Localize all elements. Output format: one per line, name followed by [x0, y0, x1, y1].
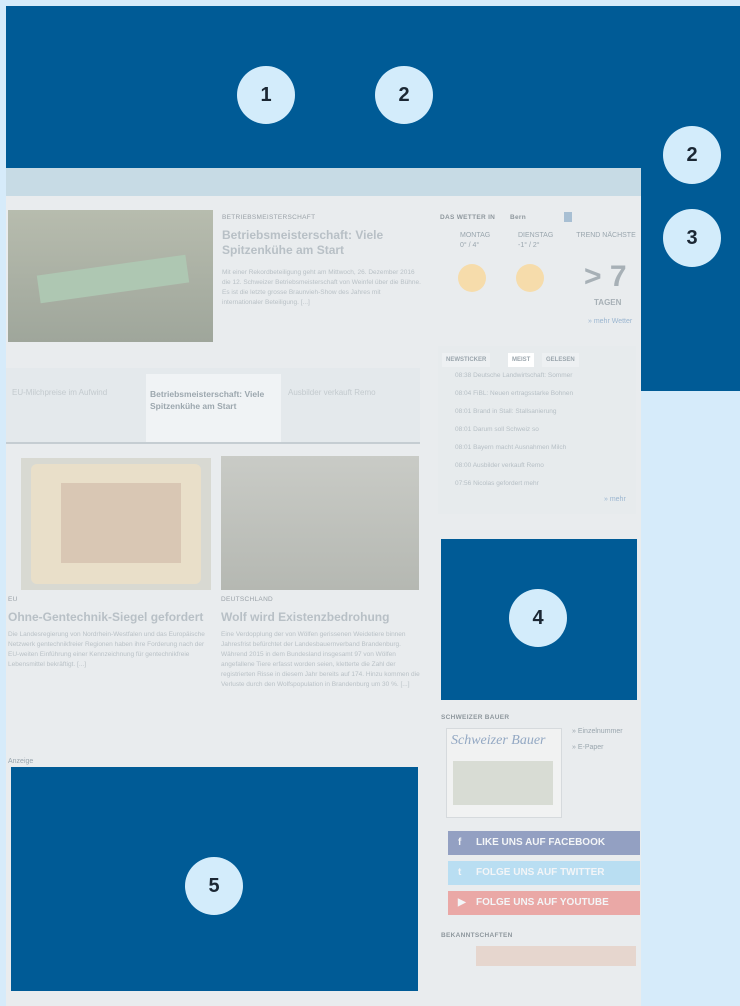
nav-bar	[6, 168, 641, 196]
magazine-logo: Schweizer Bauer	[451, 733, 546, 748]
twitter-icon: t	[458, 867, 462, 878]
main-article-image[interactable]	[8, 210, 213, 342]
marker-badge: 2	[375, 66, 433, 124]
weather-day-2-temps: -1° / 2°	[518, 242, 540, 249]
card-right-kicker: DEUTSCHLAND	[221, 596, 274, 603]
twitter-label: FOLGE UNS AUF TWITTER	[476, 867, 605, 878]
ticker-item[interactable]: 08:01 Brand in Stall: Stallsanierung	[455, 408, 635, 415]
tab-gelesen[interactable]: GELESEN	[542, 353, 579, 367]
sun-icon	[458, 264, 486, 292]
card-left-body: Die Landesregierung von Nordrhein-Westfa…	[8, 631, 205, 668]
sun-cloud-icon	[516, 264, 544, 292]
magazine-header: SCHWEIZER BAUER	[441, 714, 510, 721]
youtube-label: FOLGE UNS AUF YOUTUBE	[476, 897, 609, 908]
twitter-button[interactable]: t FOLGE UNS AUF TWITTER	[448, 861, 640, 885]
overlay-region-header	[6, 6, 641, 168]
tab-meist[interactable]: MEIST	[508, 353, 535, 367]
more-weather-link[interactable]: » mehr Wetter	[588, 318, 632, 325]
ticker-item[interactable]: 07:56 Nicolas gefordert mehr	[455, 480, 635, 487]
overlay-region-right	[641, 6, 740, 391]
marker-badge: 5	[185, 857, 243, 915]
slider-item-active[interactable]: Betriebsmeisterschaft: Viele Spitzenkühe…	[146, 374, 281, 442]
weather-location[interactable]: Bern	[510, 214, 526, 221]
card-right-body: Eine Verdopplung der von Wölfen gerissen…	[221, 631, 420, 688]
weather-day-1: MONTAG	[460, 232, 491, 239]
magazine-link-epaper[interactable]: » E-Paper	[572, 744, 604, 751]
ticker-item[interactable]: 08:38 Deutsche Landwirtschaft: Sommer	[455, 372, 635, 379]
location-select-icon[interactable]	[564, 212, 572, 222]
ticker-item[interactable]: 08:01 Darum soll Schweiz so	[455, 426, 635, 433]
card-right-image[interactable]	[221, 456, 419, 590]
marker-badge: 3	[663, 209, 721, 267]
card-right-title[interactable]: Wolf wird Existenzbedrohung	[221, 610, 421, 625]
bekanntschaften-header: BEKANNTSCHAFTEN	[441, 932, 513, 939]
marker-badge: 4	[509, 589, 567, 647]
youtube-icon: ▶	[458, 897, 466, 908]
ticker-item[interactable]: 08:01 Bayern macht Ausnahmen Milch	[455, 444, 635, 451]
slider-item-2: Betriebsmeisterschaft: Viele Spitzenkühe…	[150, 389, 265, 411]
tab-newsticker[interactable]: NEWSTICKER	[442, 353, 491, 367]
facebook-icon: f	[458, 837, 462, 848]
main-article-kicker: BETRIEBSMEISTERSCHAFT	[222, 214, 316, 221]
bekanntschaften-banner[interactable]	[476, 946, 636, 966]
weather-outlook-unit: TAGEN	[594, 298, 622, 307]
weather-day-1-temps: 0° / 4°	[460, 242, 480, 249]
ticker-item[interactable]: 08:00 Ausbilder verkauft Remo	[455, 462, 635, 469]
youtube-button[interactable]: ▶ FOLGE UNS AUF YOUTUBE	[448, 891, 640, 915]
card-left-image[interactable]	[21, 458, 211, 590]
ticker-more-link[interactable]: » mehr	[604, 496, 626, 503]
facebook-button[interactable]: f LIKE UNS AUF FACEBOOK	[448, 831, 640, 855]
weather-day-2: DIENSTAG	[518, 232, 554, 239]
facebook-label: LIKE UNS AUF FACEBOOK	[476, 837, 606, 848]
magazine-link-einzelnummer[interactable]: » Einzelnummer	[572, 728, 623, 735]
main-article-title[interactable]: Betriebsmeisterschaft: Viele Spitzenkühe…	[222, 228, 422, 258]
slider-item-1[interactable]: EU-Milchpreise im Aufwind	[12, 388, 132, 398]
article-slider: EU-Milchpreise im Aufwind Betriebsmeiste…	[6, 368, 420, 444]
weather-widget: DAS WETTER IN Bern MONTAG 0° / 4° DIENST…	[438, 210, 636, 328]
marker-badge: 2	[663, 126, 721, 184]
ads-label: Anzeige	[8, 758, 34, 765]
slider-item-3[interactable]: Ausbilder verkauft Remo	[288, 388, 413, 398]
ticker-item[interactable]: 08:04 FiBL: Neuen ertragsstarke Bohnen	[455, 390, 635, 397]
card-left-title[interactable]: Ohne-Gentechnik-Siegel gefordert	[8, 610, 218, 625]
weather-header: DAS WETTER IN	[440, 214, 496, 221]
main-article-body: Mit einer Rekordbeteiligung geht am Mitt…	[222, 269, 421, 306]
weather-outlook-value: > 7	[584, 260, 627, 293]
card-left-kicker: EU	[8, 596, 18, 603]
marker-badge: 1	[237, 66, 295, 124]
weather-outlook-label: TREND NÄCHSTE	[576, 232, 636, 239]
magazine-cover[interactable]: Schweizer Bauer	[446, 728, 562, 818]
